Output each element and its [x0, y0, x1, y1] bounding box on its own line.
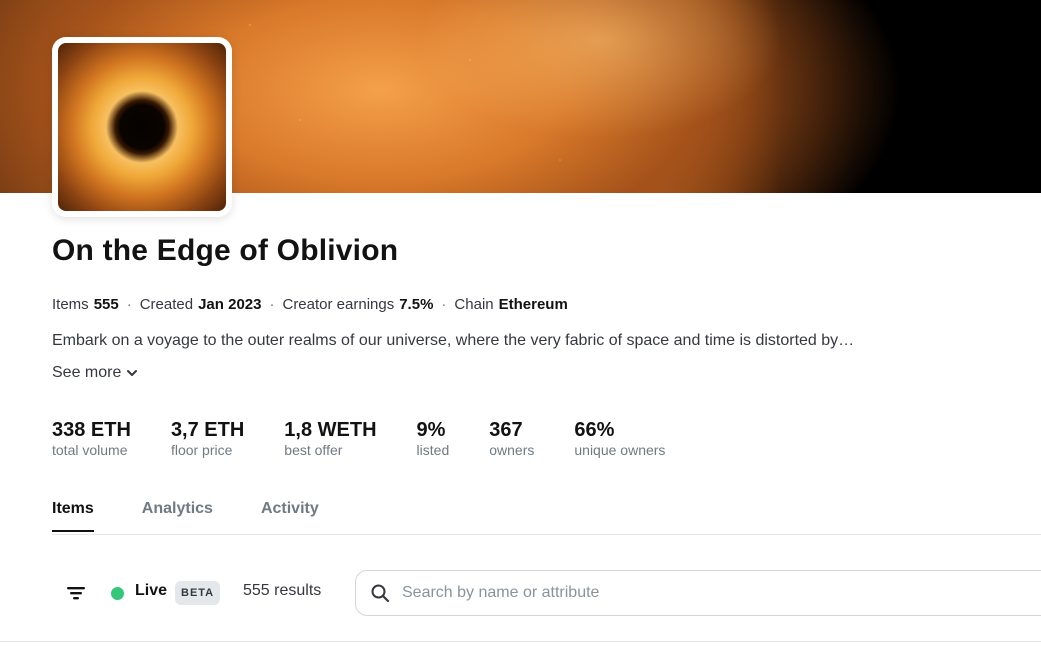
meta-items-label: Items	[52, 296, 89, 313]
stat-floor-price[interactable]: 3,7 ETH floor price	[171, 419, 244, 458]
meta-separator: ·	[126, 296, 132, 313]
stat-owners[interactable]: 367 owners	[489, 419, 534, 458]
stat-best-offer[interactable]: 1,8 WETH best offer	[284, 419, 376, 458]
see-more-button[interactable]: See more	[52, 364, 139, 382]
meta-earnings-label: Creator earnings	[282, 296, 395, 313]
stat-value: 367	[489, 419, 523, 441]
search-input[interactable]	[402, 584, 962, 602]
collection-tabs: Items Analytics Activity	[52, 500, 367, 532]
tab-activity[interactable]: Activity	[261, 500, 319, 532]
stat-value: 3,7 ETH	[170, 419, 245, 441]
meta-chain-value: Ethereum	[498, 296, 568, 313]
collection-avatar-image	[58, 43, 226, 211]
stat-label: owners	[489, 442, 535, 458]
tab-analytics[interactable]: Analytics	[142, 500, 213, 532]
filter-icon	[67, 587, 85, 600]
meta-created-value: Jan 2023	[198, 296, 262, 313]
toolbar-divider	[0, 641, 1041, 642]
meta-earnings-value: 7.5%	[399, 296, 434, 313]
see-more-label: See more	[52, 364, 122, 381]
stat-label: listed	[416, 442, 450, 458]
collection-stats: 338 ETH total volume 3,7 ETH floor price…	[52, 419, 705, 458]
items-toolbar: Live BETA 555 results	[0, 570, 1041, 616]
meta-created-label: Created	[139, 296, 194, 313]
search-icon	[371, 584, 390, 603]
collection-avatar	[52, 37, 232, 217]
live-label[interactable]: Live	[135, 582, 167, 600]
live-status-dot	[111, 587, 124, 600]
stat-label: total volume	[52, 442, 128, 458]
stat-label: best offer	[284, 442, 343, 458]
meta-chain-label: Chain	[454, 296, 494, 313]
search-box[interactable]	[355, 570, 1041, 616]
filter-button[interactable]	[62, 580, 90, 606]
stat-label: unique owners	[574, 442, 666, 458]
chevron-down-icon	[127, 370, 138, 376]
tabs-divider	[52, 534, 1041, 535]
stat-value: 1,8 WETH	[284, 419, 377, 441]
meta-separator: ·	[269, 296, 275, 313]
stat-value: 338 ETH	[52, 419, 131, 441]
results-count: 555 results	[243, 582, 322, 599]
collection-description: Embark on a voyage to the outer realms o…	[52, 332, 855, 349]
tab-items[interactable]: Items	[52, 500, 94, 532]
stat-listed[interactable]: 9% listed	[417, 419, 450, 458]
stat-label: floor price	[170, 442, 233, 458]
meta-items-value: 555	[93, 296, 119, 313]
stat-value: 9%	[416, 419, 446, 441]
stat-total-volume[interactable]: 338 ETH total volume	[52, 419, 131, 458]
beta-badge: BETA	[175, 581, 221, 605]
collection-meta: Items 555 · Created Jan 2023 · Creator e…	[52, 296, 568, 313]
collection-title: On the Edge of Oblivion	[52, 234, 399, 267]
stat-value: 66%	[574, 419, 615, 441]
stat-unique-owners[interactable]: 66% unique owners	[574, 419, 665, 458]
meta-separator: ·	[441, 296, 447, 313]
